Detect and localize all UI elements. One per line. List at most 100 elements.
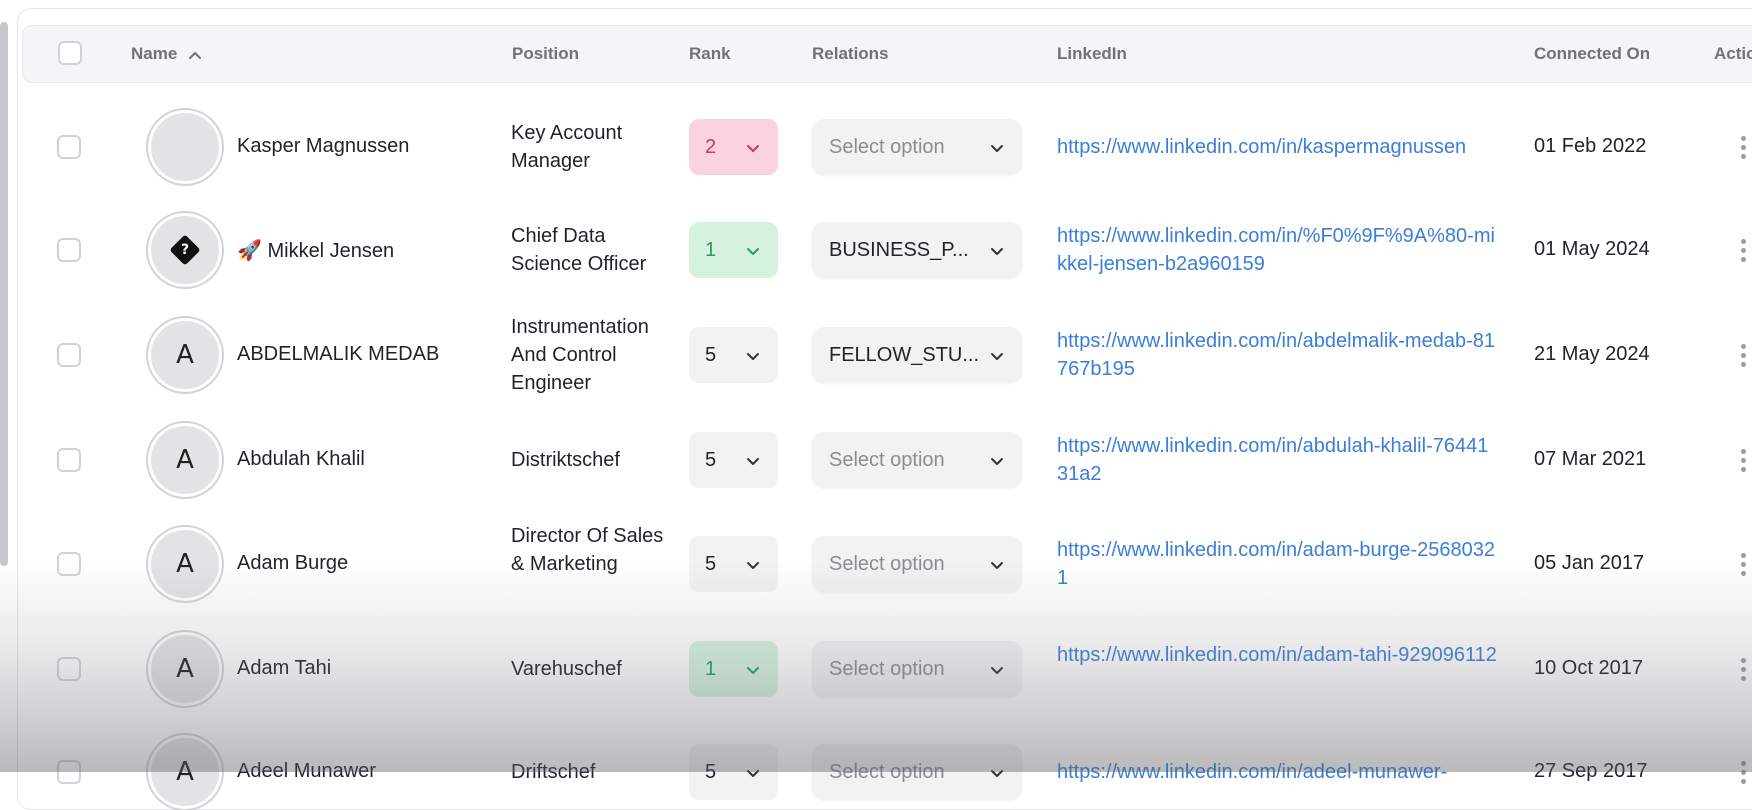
chevron-down-icon [746,432,760,488]
row-checkbox[interactable] [57,343,81,367]
relations-value: Select option [829,658,945,680]
avatar-initial: A [176,549,194,579]
column-header-name-label: Name [131,44,178,63]
avatar: A [148,527,222,601]
chevron-down-icon [746,222,760,278]
chevron-down-icon [990,119,1004,175]
linkedin-link[interactable]: https://www.linkedin.com/in/adeel-munawe… [1057,758,1497,786]
row-checkbox[interactable] [57,135,81,159]
row-checkbox[interactable] [57,657,81,681]
table-header: Name Position Rank Relations LinkedIn Co… [22,25,1752,83]
contact-name[interactable]: Abdulah Khalil [237,448,365,471]
contact-name[interactable]: Adam Tahi [237,657,331,680]
avatar-initial: A [176,445,194,475]
rank-select[interactable]: 1 [689,222,778,278]
contact-position: Instrumentation And Control Engineer [511,316,649,394]
linkedin-link[interactable]: https://www.linkedin.com/in/kaspermagnus… [1057,133,1497,161]
column-header-position[interactable]: Position [512,26,579,82]
avatar: A [148,735,222,809]
chevron-down-icon [990,744,1004,800]
more-actions-icon[interactable] [1741,449,1747,476]
contact-position: Varehuschef [511,658,622,680]
chevron-down-icon [990,432,1004,488]
column-header-connected-on[interactable]: Connected On [1534,26,1650,82]
chevron-down-icon [990,536,1004,592]
row-checkbox[interactable] [57,448,81,472]
contact-name[interactable]: Adam Burge [237,552,348,575]
avatar-initial: A [176,654,194,684]
contact-position: Distriktschef [511,449,620,471]
select-all-checkbox[interactable] [58,41,82,65]
relations-select[interactable]: Select option [812,641,1022,697]
relations-select[interactable]: FELLOW_STU... [812,327,1022,383]
chevron-down-icon [746,327,760,383]
more-actions-icon[interactable] [1741,136,1747,163]
relations-value: Select option [829,449,945,471]
rank-select[interactable]: 5 [689,327,778,383]
rank-select[interactable]: 5 [689,432,778,488]
more-actions-icon[interactable] [1741,658,1747,685]
rank-value: 2 [705,136,717,158]
rank-select[interactable]: 2 [689,119,778,175]
row-checkbox[interactable] [57,238,81,262]
more-actions-icon[interactable] [1741,239,1747,266]
connected-on-date: 01 Feb 2022 [1534,135,1647,157]
relations-select[interactable]: BUSINESS_P... [812,222,1022,278]
relations-select[interactable]: Select option [812,119,1022,175]
rank-value: 5 [705,344,717,366]
relations-value: Select option [829,553,945,575]
chevron-down-icon [746,641,760,697]
connected-on-date: 21 May 2024 [1534,343,1650,365]
sort-ascending-icon [188,27,202,83]
avatar: A [148,423,222,497]
linkedin-link[interactable]: https://www.linkedin.com/in/adam-tahi-92… [1057,641,1497,669]
contact-name[interactable]: 🚀 Mikkel Jensen [237,238,394,263]
page-scrollbar[interactable] [0,22,8,566]
chevron-down-icon [746,536,760,592]
column-header-relations[interactable]: Relations [812,26,889,82]
rank-value: 1 [705,239,717,261]
chevron-down-icon [746,744,760,800]
avatar-question-glyph: ? [169,234,201,266]
connected-on-date: 07 Mar 2021 [1534,448,1647,470]
more-actions-icon[interactable] [1741,761,1747,788]
avatar-initial: A [176,340,194,370]
linkedin-link[interactable]: https://www.linkedin.com/in/abdulah-khal… [1057,432,1497,488]
more-actions-icon[interactable] [1741,553,1747,580]
rank-value: 1 [705,658,717,680]
column-header-linkedin[interactable]: LinkedIn [1057,26,1127,82]
chevron-down-icon [990,641,1004,697]
row-checkbox[interactable] [57,760,81,784]
avatar: A [148,632,222,706]
rank-select[interactable]: 5 [689,744,778,800]
relations-value: Select option [829,761,945,783]
relations-select[interactable]: Select option [812,744,1022,800]
column-header-actions[interactable]: Actio [1714,26,1752,82]
relations-value: BUSINESS_P... [829,239,969,261]
avatar [148,110,222,184]
rank-value: 5 [705,761,717,783]
linkedin-link[interactable]: https://www.linkedin.com/in/adam-burge-2… [1057,536,1497,592]
linkedin-link[interactable]: https://www.linkedin.com/in/abdelmalik-m… [1057,327,1497,383]
contact-position: Chief Data Science Officer [511,225,647,275]
relations-value: Select option [829,136,945,158]
contact-position: Key Account Manager [511,122,623,172]
chevron-down-icon [990,222,1004,278]
more-actions-icon[interactable] [1741,344,1747,371]
relations-select[interactable]: Select option [812,432,1022,488]
avatar: ? [148,213,222,287]
rank-select[interactable]: 5 [689,536,778,592]
relations-select[interactable]: Select option [812,536,1022,592]
connected-on-date: 10 Oct 2017 [1534,657,1643,679]
contact-position: Director Of Sales & Marketing [511,525,664,575]
column-header-name[interactable]: Name [131,26,202,82]
contact-name[interactable]: ABDELMALIK MEDAB [237,343,439,366]
contact-position: Driftschef [511,761,596,783]
linkedin-link[interactable]: https://www.linkedin.com/in/%F0%9F%9A%80… [1057,222,1497,278]
chevron-down-icon [990,327,1004,383]
column-header-rank[interactable]: Rank [689,26,731,82]
contact-name[interactable]: Kasper Magnussen [237,135,409,158]
row-checkbox[interactable] [57,552,81,576]
rank-value: 5 [705,553,717,575]
rank-select[interactable]: 1 [689,641,778,697]
